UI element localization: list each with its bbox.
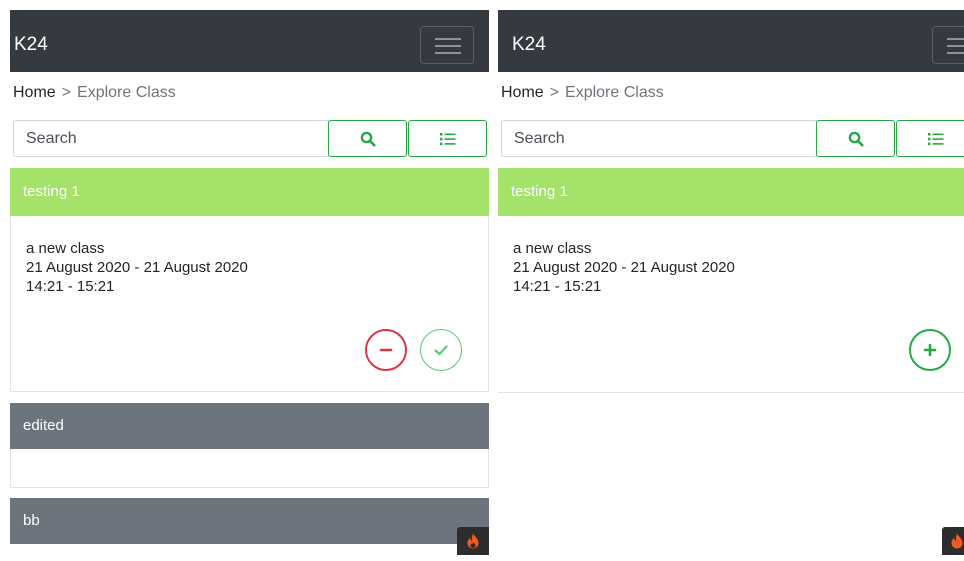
- fire-icon: [467, 533, 479, 549]
- search-button[interactable]: [328, 120, 407, 157]
- breadcrumb-home-link[interactable]: Home: [501, 84, 544, 101]
- plus-icon: [923, 343, 937, 357]
- class-card-header[interactable]: testing 1: [498, 168, 964, 216]
- list-view-button[interactable]: [408, 120, 487, 157]
- fire-icon: [951, 533, 963, 549]
- class-card-body: [10, 449, 489, 488]
- class-name: a new class: [513, 240, 592, 257]
- fire-badge[interactable]: [942, 527, 964, 555]
- search-icon: [848, 131, 864, 147]
- class-card-header[interactable]: testing 1: [10, 168, 489, 216]
- class-card-body: a new class 21 August 2020 - 21 August 2…: [498, 216, 964, 393]
- navbar-toggler-button[interactable]: [932, 26, 964, 64]
- leave-class-button[interactable]: [365, 329, 407, 371]
- class-card-header[interactable]: bb: [10, 498, 489, 544]
- breadcrumb-separator: >: [549, 84, 560, 101]
- breadcrumb: Home > Explore Class: [501, 83, 664, 103]
- search-input[interactable]: [13, 120, 329, 157]
- list-view-button[interactable]: [896, 120, 964, 157]
- search-button[interactable]: [816, 120, 895, 157]
- brand-link[interactable]: K24: [512, 33, 546, 57]
- breadcrumb-home-link[interactable]: Home: [13, 84, 56, 101]
- fire-badge[interactable]: [457, 527, 489, 555]
- class-date-range: 21 August 2020 - 21 August 2020: [513, 259, 735, 276]
- breadcrumb-current: Explore Class: [77, 84, 176, 101]
- search-input[interactable]: [501, 120, 817, 157]
- joined-check-button[interactable]: [420, 329, 462, 371]
- minus-icon: [379, 348, 393, 352]
- navbar: K24: [10, 10, 489, 72]
- class-date-range: 21 August 2020 - 21 August 2020: [26, 259, 248, 276]
- search-icon: [360, 131, 376, 147]
- class-time-range: 14:21 - 15:21: [513, 278, 602, 295]
- explore-class-view-right: K24 Home > Explore Class Search testing …: [498, 10, 964, 561]
- class-time-range: 14:21 - 15:21: [26, 278, 115, 295]
- class-card-header[interactable]: edited: [10, 403, 489, 449]
- navbar: K24: [498, 10, 964, 72]
- brand-link[interactable]: K24: [14, 33, 48, 57]
- class-card-body: a new class 21 August 2020 - 21 August 2…: [10, 216, 489, 392]
- check-icon: [434, 345, 448, 356]
- class-name: a new class: [26, 240, 105, 257]
- join-class-button[interactable]: [909, 329, 951, 371]
- breadcrumb-separator: >: [61, 84, 72, 101]
- navbar-toggler-button[interactable]: [420, 26, 474, 64]
- list-icon: [440, 133, 456, 146]
- breadcrumb: Home > Explore Class: [13, 83, 176, 103]
- breadcrumb-current: Explore Class: [565, 84, 664, 101]
- explore-class-view-left: K24 Home > Explore Class Search testing …: [10, 10, 489, 561]
- list-icon: [928, 133, 944, 146]
